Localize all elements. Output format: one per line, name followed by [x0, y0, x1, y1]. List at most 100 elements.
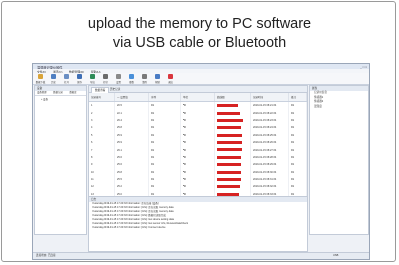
toolbar-button[interactable]: 参数	[127, 74, 136, 84]
value-bar	[217, 141, 242, 145]
cell-no: 4	[89, 124, 115, 132]
cell-m: R1	[288, 109, 307, 117]
toolbar-label: 退出	[168, 81, 173, 84]
log-panel: 日志 Yesterday,2019-01-15 17:20:33 Informa…	[88, 196, 308, 252]
table-row[interactable]: 9 25.6 R1 ℃ 2019-01-15 08:29:34 R1	[89, 161, 307, 169]
col-chart[interactable]: 曲线图	[214, 93, 251, 102]
cell-v: 26.4	[114, 116, 149, 125]
chart-cell	[214, 116, 251, 125]
table-row[interactable]: 10 25.8 R1 ℃ 2019-01-15 08:30:34 R1	[89, 168, 307, 176]
device-tree-item[interactable]: + 设备	[35, 96, 86, 102]
left-panel: 设备 设备管理 数据记录 数据库 + 设备	[34, 85, 87, 235]
cell-no: 9	[89, 161, 115, 169]
table-row[interactable]: 11 25.5 R1 ℃ 2019-01-15 08:31:34 R1	[89, 175, 307, 184]
cell-no: 12	[89, 183, 115, 191]
tab-history[interactable]: 历史记录	[107, 87, 123, 92]
table-row[interactable]: 8 25.6 R1 ℃ 2019-01-15 08:28:34 R1	[89, 153, 307, 162]
cell-u: ℃	[180, 116, 215, 125]
toolbar-label: 清除	[142, 81, 147, 84]
toolbar-label: 帮助	[155, 81, 160, 84]
col-series[interactable]: 序列	[148, 93, 181, 102]
table-row[interactable]: 6 25.9 R1 ℃ 2019-01-15 08:26:34 R1	[89, 138, 307, 147]
cell-m: R1	[288, 161, 307, 169]
cell-s: R1	[148, 138, 181, 147]
toolbar-label: 历史	[51, 81, 56, 84]
tab-device-manage[interactable]: 设备管理	[37, 91, 47, 94]
toolbar-button[interactable]: 打开	[62, 74, 71, 84]
table-row[interactable]: 12 25.2 R1 ℃ 2019-01-15 08:32:34 R1	[89, 183, 307, 191]
cell-u: ℃	[180, 183, 215, 191]
tab-data-record[interactable]: 数据记录	[53, 91, 63, 94]
col-unit[interactable]: 单位	[180, 93, 215, 102]
right-item[interactable]: 温湿度	[310, 105, 368, 110]
toolbar-icon	[155, 74, 160, 79]
cell-u: ℃	[180, 146, 215, 154]
toolbar-icon	[168, 74, 173, 79]
value-bar	[217, 163, 241, 167]
cell-t: 2019-01-15 08:25:34	[250, 131, 289, 139]
value-bar	[217, 170, 241, 174]
table-row[interactable]: 1 20.5 R1 ℃ 2019-01-15 08:21:34 R1	[89, 101, 307, 110]
cell-s: R1	[148, 101, 181, 110]
chart-cell	[214, 153, 251, 162]
cell-m: R1	[288, 175, 307, 184]
toolbar-button[interactable]: 帮助	[153, 74, 162, 84]
col-note[interactable]: 备注	[288, 93, 307, 102]
cell-no: 10	[89, 168, 115, 176]
table-row[interactable]: 7 26.1 R1 ℃ 2019-01-15 08:27:34 R1	[89, 146, 307, 154]
toolbar: 数据下载 历史 打开 保存 导出 打印 设置 参数 清除 帮助 退出	[33, 73, 369, 85]
toolbar-button[interactable]: 历史	[49, 74, 58, 84]
cell-s: R1	[148, 161, 181, 169]
cell-v: 25.2	[114, 183, 149, 191]
cell-m: R1	[288, 131, 307, 139]
table-row[interactable]: 3 26.4 R1 ℃ 2019-01-15 08:23:34 R1	[89, 116, 307, 125]
toolbar-button[interactable]: 设置	[114, 74, 123, 84]
table-row[interactable]: 2 22.1 R1 ℃ 2019-01-15 08:22:34 R1	[89, 109, 307, 117]
toolbar-label: 保存	[77, 81, 82, 84]
toolbar-label: 设置	[116, 81, 121, 84]
cell-s: R1	[148, 183, 181, 191]
chart-cell	[214, 146, 251, 154]
tab-database[interactable]: 数据库	[69, 91, 76, 94]
cell-u: ℃	[180, 153, 215, 162]
cell-no: 2	[89, 109, 115, 117]
cell-t: 2019-01-15 08:32:34	[250, 183, 289, 191]
cell-t: 2019-01-15 08:21:34	[250, 101, 289, 110]
caption-line-2: via USB cable or Bluetooth	[112, 35, 287, 51]
cell-no: 1	[89, 101, 115, 110]
toolbar-button[interactable]: 数据下载	[36, 74, 45, 84]
toolbar-button[interactable]: 打印	[101, 74, 110, 84]
cell-m: R1	[288, 124, 307, 132]
toolbar-icon	[64, 74, 69, 79]
toolbar-button[interactable]: 导出	[88, 74, 97, 84]
value-bar	[217, 126, 241, 130]
col-time[interactable]: 记录时间	[250, 93, 289, 102]
value-bar	[217, 185, 240, 189]
cell-m: R1	[288, 146, 307, 154]
cell-u: ℃	[180, 109, 215, 117]
value-bar	[217, 104, 238, 108]
cell-s: R1	[148, 153, 181, 162]
col-value[interactable]: 一 设置值	[114, 93, 149, 102]
table-row[interactable]: 4 25.8 R1 ℃ 2019-01-15 08:24:34 R1	[89, 124, 307, 132]
chart-cell	[214, 168, 251, 176]
cell-t: 2019-01-15 08:24:34	[250, 124, 289, 132]
log-title: 日志	[89, 197, 307, 202]
cell-t: 2019-01-15 08:22:34	[250, 109, 289, 117]
toolbar-label: 参数	[129, 81, 134, 84]
toolbar-icon	[38, 74, 43, 79]
cell-u: ℃	[180, 175, 215, 184]
cell-t: 2019-01-15 08:23:34	[250, 116, 289, 125]
toolbar-button[interactable]: 清除	[140, 74, 149, 84]
toolbar-label: 打开	[64, 81, 69, 84]
col-record-no[interactable]: 记录编号	[89, 93, 115, 102]
log-line: Yesterday,2019-01-15 17:20:33 Informatio…	[92, 226, 166, 229]
table-row[interactable]: 5 25.9 R1 ℃ 2019-01-15 08:25:34 R1	[89, 131, 307, 139]
cell-v: 25.8	[114, 168, 149, 176]
toolbar-button[interactable]: 保存	[75, 74, 84, 84]
toolbar-button[interactable]: 退出	[166, 74, 175, 84]
cell-t: 2019-01-15 08:26:34	[250, 138, 289, 147]
status-right: USB	[333, 254, 339, 257]
cell-v: 25.6	[114, 153, 149, 162]
toolbar-icon	[90, 74, 95, 79]
